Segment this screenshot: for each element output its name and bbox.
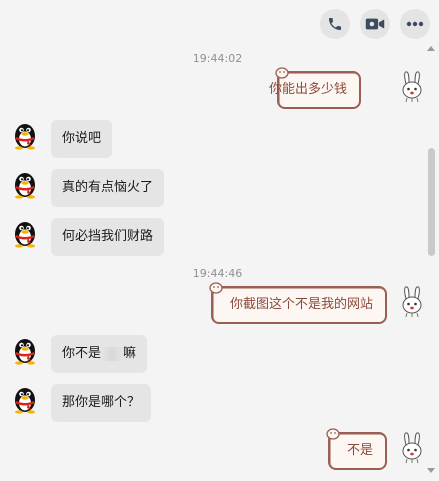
bubble-decoration-icon [326,428,340,440]
incoming-message-bubble[interactable]: 那你是哪个？ [51,384,152,422]
bubble-decoration-icon [209,282,223,294]
scroll-up-arrow[interactable] [427,46,435,51]
more-options-button[interactable] [400,9,430,39]
message-text: 不是 [346,443,373,458]
scroll-down-arrow[interactable] [427,468,435,473]
redacted-text [101,346,124,361]
message-text: 你截图这个不是我的网站 [229,297,373,312]
incoming-message-bubble[interactable]: 真的有点恼火了 [51,169,165,207]
qq-penguin-avatar-icon[interactable] [10,120,40,150]
message-text-suffix: 嘛 [123,346,137,361]
phone-icon [329,18,341,30]
scrollbar-thumb[interactable] [428,148,435,256]
chat-actions-bar [320,9,430,39]
outgoing-message-bubble[interactable]: 你能出多少钱 [269,67,361,109]
bunny-avatar-icon[interactable] [397,431,427,465]
message-timestamp: 19:44:46 [192,267,243,280]
qq-penguin-avatar-icon[interactable] [10,218,40,248]
bunny-avatar-icon[interactable] [397,70,427,104]
outgoing-message-bubble[interactable]: 你截图这个不是我的网站 [209,282,387,324]
incoming-message-bubble[interactable]: 你不是 嘛 [51,335,148,373]
video-call-button[interactable] [360,9,390,39]
more-dots-icon [406,21,424,27]
message-text: 你不是 [62,346,102,361]
qq-penguin-avatar-icon[interactable] [10,384,40,414]
incoming-message-bubble[interactable]: 你说吧 [51,120,113,158]
chat-window: 19:44:02 你能出多少钱 你说吧 真的有点恼火了 何必挡我们财路 19:4… [0,0,439,481]
video-camera-icon [365,18,385,30]
message-timestamp: 19:44:02 [192,52,243,65]
voice-call-button[interactable] [320,9,350,39]
qq-penguin-avatar-icon[interactable] [10,169,40,199]
outgoing-message-bubble[interactable]: 不是 [326,428,387,470]
message-text: 你能出多少钱 [268,82,347,97]
qq-penguin-avatar-icon[interactable] [10,335,40,365]
bunny-avatar-icon[interactable] [397,285,427,319]
incoming-message-bubble[interactable]: 何必挡我们财路 [51,218,165,256]
